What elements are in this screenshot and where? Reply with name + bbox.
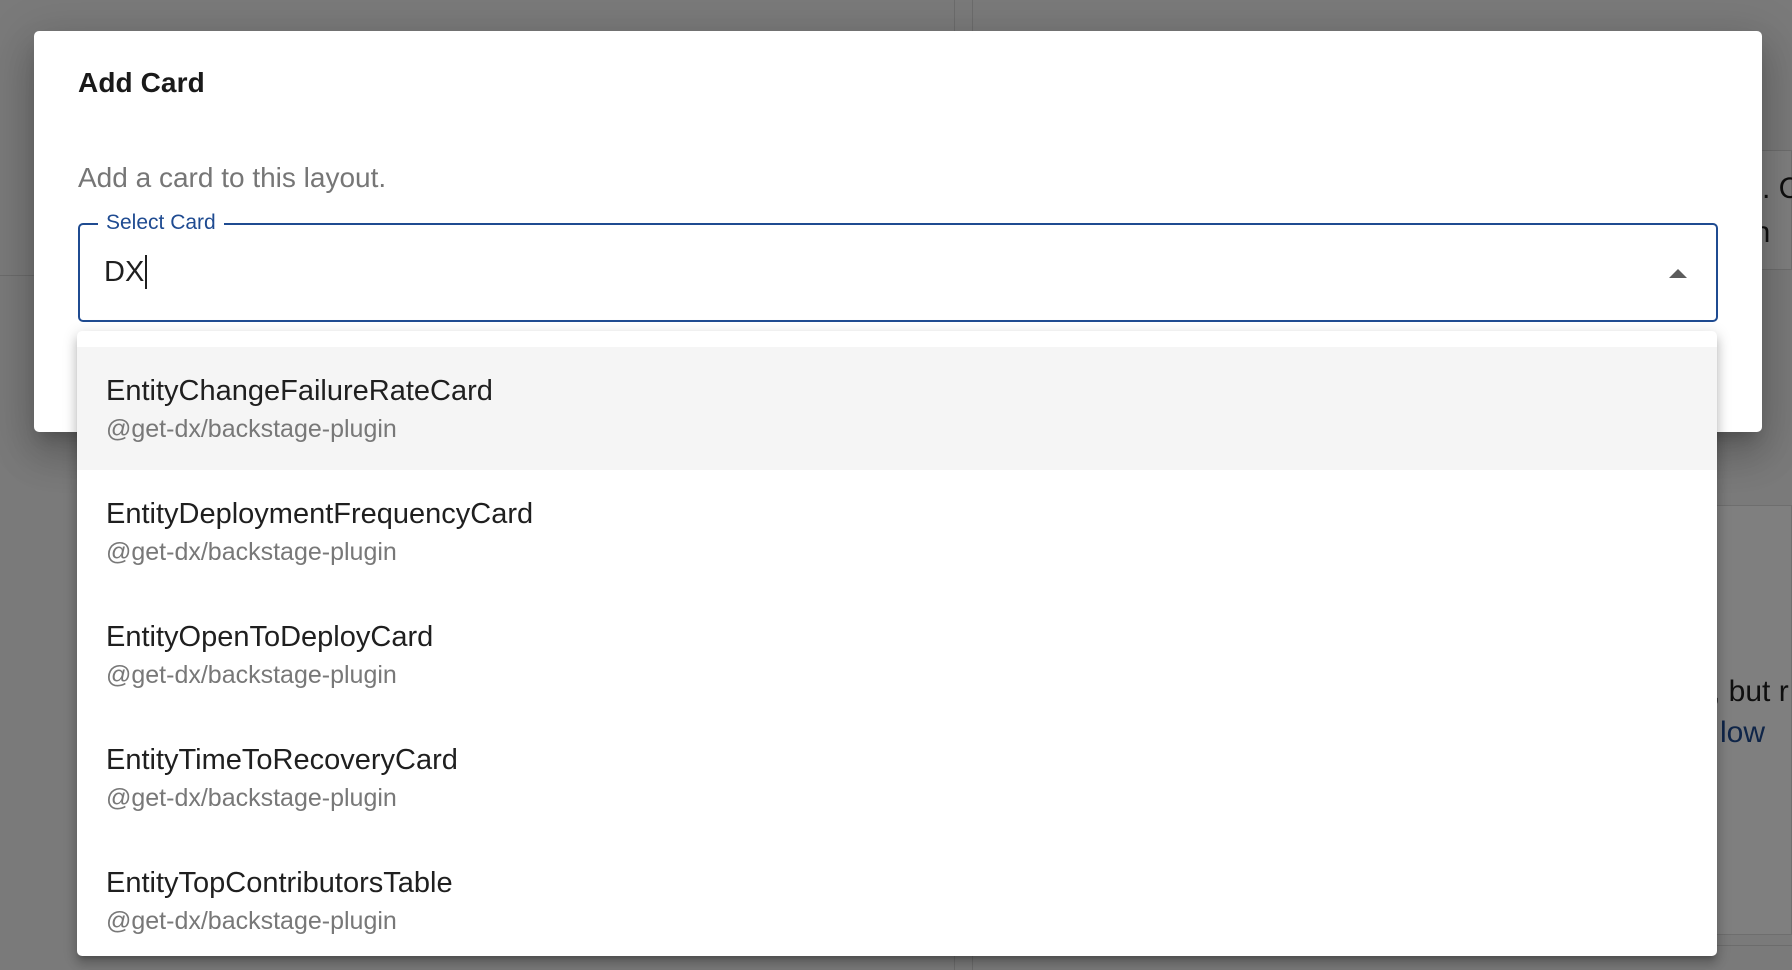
- option-title: EntityTopContributorsTable: [106, 867, 453, 899]
- select-card-label: Select Card: [98, 211, 224, 235]
- option-title: EntityOpenToDeployCard: [106, 621, 434, 653]
- option-title: EntityTimeToRecoveryCard: [106, 744, 458, 776]
- option-title: EntityChangeFailureRateCard: [106, 375, 493, 407]
- option-package: @get-dx/backstage-plugin: [106, 538, 397, 566]
- listbox-option[interactable]: EntityOpenToDeployCard @get-dx/backstage…: [77, 593, 1717, 716]
- listbox-option[interactable]: EntityDeploymentFrequencyCard @get-dx/ba…: [77, 470, 1717, 593]
- select-card-input-value: DX: [104, 255, 145, 288]
- listbox-option[interactable]: EntityChangeFailureRateCard @get-dx/back…: [77, 347, 1717, 470]
- option-package: @get-dx/backstage-plugin: [106, 907, 397, 935]
- listbox-option[interactable]: EntityTimeToRecoveryCard @get-dx/backsta…: [77, 716, 1717, 839]
- select-card-autocomplete[interactable]: Select Card DX: [78, 211, 1718, 322]
- option-package: @get-dx/backstage-plugin: [106, 784, 397, 812]
- option-title: EntityDeploymentFrequencyCard: [106, 498, 534, 530]
- option-package: @get-dx/backstage-plugin: [106, 415, 397, 443]
- popup-toggle-button[interactable]: [1666, 261, 1690, 285]
- arrow-drop-up-icon: [1669, 268, 1687, 278]
- listbox-option[interactable]: EntityTopContributorsTable @get-dx/backs…: [77, 839, 1717, 956]
- dialog-description: Add a card to this layout.: [78, 162, 387, 193]
- dialog-title: Add Card: [78, 67, 205, 98]
- select-card-input[interactable]: DX: [104, 255, 148, 289]
- select-card-listbox[interactable]: EntityChangeFailureRateCard @get-dx/back…: [77, 331, 1717, 956]
- option-package: @get-dx/backstage-plugin: [106, 661, 397, 689]
- text-cursor: [145, 255, 148, 289]
